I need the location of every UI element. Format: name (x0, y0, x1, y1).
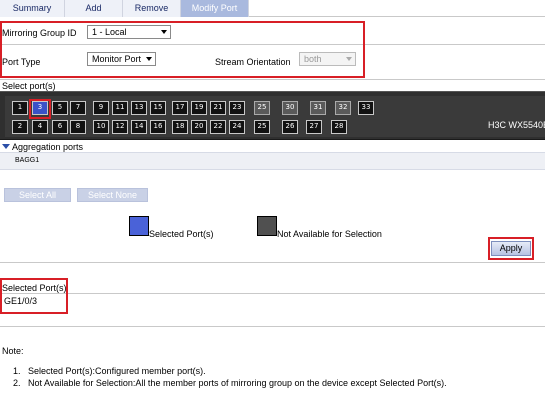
port-11[interactable]: 11 (112, 101, 128, 115)
port-23[interactable]: 23 (229, 101, 245, 115)
port-28[interactable]: 28 (331, 120, 347, 134)
port-1[interactable]: 1 (12, 101, 28, 115)
port-5[interactable]: 5 (52, 101, 68, 115)
port-14[interactable]: 14 (131, 120, 147, 134)
port-31[interactable]: 31 (310, 101, 326, 115)
note-title: Note: (2, 346, 24, 356)
port-26[interactable]: 26 (282, 120, 298, 134)
note-item: 1. Selected Port(s):Configured member po… (13, 366, 206, 376)
select-none-button[interactable]: Select None (77, 188, 148, 202)
port-2[interactable]: 2 (12, 120, 28, 134)
tab-bar: Summary Add Remove Modify Port (0, 0, 545, 17)
legend-not-available-swatch (257, 216, 277, 236)
port-13[interactable]: 13 (131, 101, 147, 115)
collapse-triangle-icon (2, 144, 10, 149)
port-8[interactable]: 8 (70, 120, 86, 134)
port-6[interactable]: 6 (52, 120, 68, 134)
device-name: H3C WX5540E (488, 120, 545, 130)
highlight-frame-selected-ports (0, 278, 68, 314)
port-10[interactable]: 10 (93, 120, 109, 134)
port-27[interactable]: 27 (306, 120, 322, 134)
port-24[interactable]: 24 (229, 120, 245, 134)
highlight-frame-apply (488, 237, 534, 260)
port-16[interactable]: 16 (150, 120, 166, 134)
divider (0, 326, 545, 327)
port-30[interactable]: 30 (282, 101, 298, 115)
port-33[interactable]: 33 (358, 101, 374, 115)
port-15[interactable]: 15 (150, 101, 166, 115)
port-17[interactable]: 17 (172, 101, 188, 115)
aggregation-header[interactable]: Aggregation ports (2, 142, 83, 152)
tab-summary[interactable]: Summary (0, 0, 65, 17)
device-panel: 1 3 5 7 9 11 13 15 17 19 21 23 25 30 31 … (0, 91, 545, 140)
tab-modify-port[interactable]: Modify Port (181, 0, 249, 17)
divider (0, 79, 545, 80)
tab-add[interactable]: Add (65, 0, 123, 17)
select-ports-label: Select port(s) (2, 81, 56, 91)
legend-selected-label: Selected Port(s) (149, 229, 214, 239)
port-22[interactable]: 22 (210, 120, 226, 134)
port-12[interactable]: 12 (112, 120, 128, 134)
port-18[interactable]: 18 (172, 120, 188, 134)
port-9[interactable]: 9 (93, 101, 109, 115)
port-20[interactable]: 20 (191, 120, 207, 134)
port-7[interactable]: 7 (70, 101, 86, 115)
divider (0, 293, 545, 294)
select-all-button[interactable]: Select All (4, 188, 71, 202)
port-25[interactable]: 25 (254, 120, 270, 134)
port-25-top[interactable]: 25 (254, 101, 270, 115)
port-32[interactable]: 32 (335, 101, 351, 115)
legend-selected-swatch (129, 216, 149, 236)
legend-not-available-label: Not Available for Selection (277, 229, 382, 239)
tab-remove[interactable]: Remove (123, 0, 181, 17)
aggregation-item[interactable]: BAGG1 (15, 157, 39, 164)
note-item: 2. Not Available for Selection:All the m… (13, 378, 447, 388)
device-faceplate: 1 3 5 7 9 11 13 15 17 19 21 23 25 30 31 … (5, 96, 545, 137)
port-4[interactable]: 4 (32, 120, 48, 134)
port-19[interactable]: 19 (191, 101, 207, 115)
port-21[interactable]: 21 (210, 101, 226, 115)
highlight-frame-port (29, 99, 51, 119)
divider (0, 262, 545, 263)
aggregation-title: Aggregation ports (12, 142, 84, 152)
aggregation-list: BAGG1 (0, 152, 545, 170)
highlight-frame-form (0, 21, 365, 78)
